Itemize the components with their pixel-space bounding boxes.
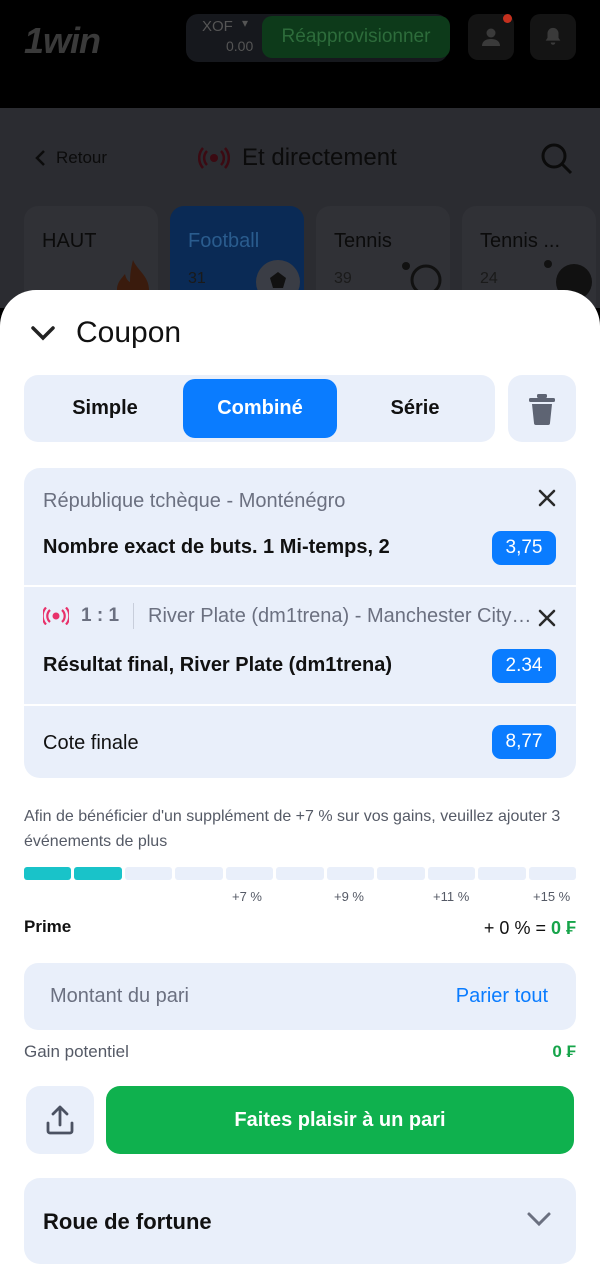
progress-label: +9 % [334, 889, 364, 904]
progress-segment [276, 867, 324, 880]
progress-segment [377, 867, 425, 880]
tab-simple[interactable]: Simple [28, 379, 182, 438]
share-coupon-button[interactable] [26, 1086, 94, 1154]
progress-segment [225, 867, 274, 880]
prime-value: + 0 % = 0 ₣ [484, 918, 576, 939]
search-icon [541, 143, 573, 175]
progress-segment [175, 867, 223, 880]
remove-bet-button[interactable] [538, 607, 556, 633]
progress-segment [478, 867, 526, 880]
bet-item: République tchèque - Monténégro Nombre e… [24, 468, 576, 585]
balance-value: 0.00 [226, 38, 254, 54]
prime-amount: 0 ₣ [550, 918, 576, 938]
bet-market: Nombre exact de buts. 1 Mi-temps, 2 [43, 536, 390, 558]
wheel-of-fortune-title: Roue de fortune [43, 1209, 212, 1234]
bonus-info-text: Afin de bénéficier d'un supplément de +7… [24, 808, 561, 850]
live-score: 1 : 1 [81, 605, 120, 626]
progress-segment [24, 867, 72, 880]
brand-logo[interactable]: 1win [24, 20, 101, 62]
separator [133, 603, 135, 629]
coupon-sheet: Coupon Simple Combiné Série République t… [0, 290, 600, 1280]
bet-match-name: River Plate (dm1trena) - Manchester City… [148, 604, 532, 627]
bet-item-live: 1 : 1 River Plate (dm1trena) - Mancheste… [24, 587, 576, 704]
share-upload-icon [46, 1105, 74, 1135]
live-broadcast-icon [198, 147, 230, 169]
bet-match-name: République tchèque - Monténégro [43, 490, 346, 512]
stake-input[interactable] [50, 963, 430, 1030]
back-link[interactable]: Retour [34, 148, 107, 168]
sport-count: 24 [480, 270, 498, 287]
bet-all-button[interactable]: Parier tout [456, 985, 548, 1008]
wheel-of-fortune-panel[interactable]: Roue de fortune [24, 1178, 576, 1264]
notification-dot [503, 14, 512, 23]
back-label: Retour [56, 148, 108, 167]
chevron-down-icon[interactable] [30, 324, 56, 342]
page-title-text: Et directement [242, 144, 397, 171]
sport-count: 39 [334, 270, 352, 287]
bell-icon [545, 27, 561, 45]
search-button[interactable] [540, 142, 574, 181]
topup-button[interactable]: Réapprovisionner [262, 16, 450, 58]
progress-label: +7 % [232, 889, 262, 904]
tab-combine[interactable]: Combiné [183, 379, 337, 438]
progress-label: +11 % [433, 889, 470, 904]
page-title: Et directement [198, 144, 397, 172]
top-bar: 1win XOF ▾ 0.00 Réapprovisionner [0, 0, 600, 108]
currency-label: XOF [202, 18, 233, 35]
user-icon [482, 28, 500, 46]
chevron-down-icon: ▾ [242, 16, 249, 30]
chevron-down-icon[interactable] [526, 1210, 552, 1228]
stake-field: Parier tout [24, 963, 576, 1030]
sport-label: Football [188, 230, 260, 252]
chevron-left-icon [35, 150, 45, 166]
total-odds-row: Cote finale 8,77 [24, 706, 576, 778]
sport-count: 31 [188, 270, 206, 287]
progress-segment [74, 867, 122, 880]
live-page-background: Retour Et directement HAUT Football 31 T… [0, 108, 600, 316]
notifications-button[interactable] [530, 14, 576, 60]
bet-market: Résultat final, River Plate (dm1trena) [43, 654, 392, 676]
total-odds-label: Cote finale [43, 732, 139, 754]
sport-label: Tennis ... [480, 230, 561, 252]
bet-odd-badge: 3,75 [492, 531, 556, 565]
prime-label: Prime [24, 917, 72, 936]
bet-type-selector: Simple Combiné Série [24, 375, 495, 442]
potential-gain-label: Gain potentiel [24, 1042, 129, 1061]
close-icon [538, 489, 556, 507]
tab-serie[interactable]: Série [338, 379, 492, 438]
coupon-header[interactable]: Coupon [30, 316, 181, 350]
live-broadcast-icon [43, 607, 69, 625]
progress-segment [124, 867, 173, 880]
progress-label: +15 % [533, 889, 571, 904]
sport-label: HAUT [42, 230, 97, 252]
place-bet-button[interactable]: Faites plaisir à un pari [106, 1086, 574, 1154]
bet-odd-badge: 2.34 [492, 649, 556, 683]
remove-bet-button[interactable] [538, 487, 556, 513]
prime-percent: + 0 % = [483, 918, 551, 938]
coupon-title: Coupon [76, 316, 182, 349]
total-odds-badge: 8,77 [492, 725, 556, 759]
potential-gain-value: 0 ₣ [552, 1042, 576, 1061]
progress-segment [326, 867, 375, 880]
close-icon [538, 609, 556, 627]
progress-segment [528, 867, 576, 880]
clear-coupon-button[interactable] [508, 375, 576, 442]
bet-slip-list: République tchèque - Monténégro Nombre e… [24, 468, 576, 778]
profile-button[interactable] [468, 14, 514, 60]
progress-segment [427, 867, 476, 880]
sport-label: Tennis [334, 230, 392, 252]
bonus-progress-bar [24, 867, 576, 880]
trash-icon [529, 393, 555, 425]
bet-header-live: 1 : 1 River Plate (dm1trena) - Mancheste… [43, 603, 532, 629]
